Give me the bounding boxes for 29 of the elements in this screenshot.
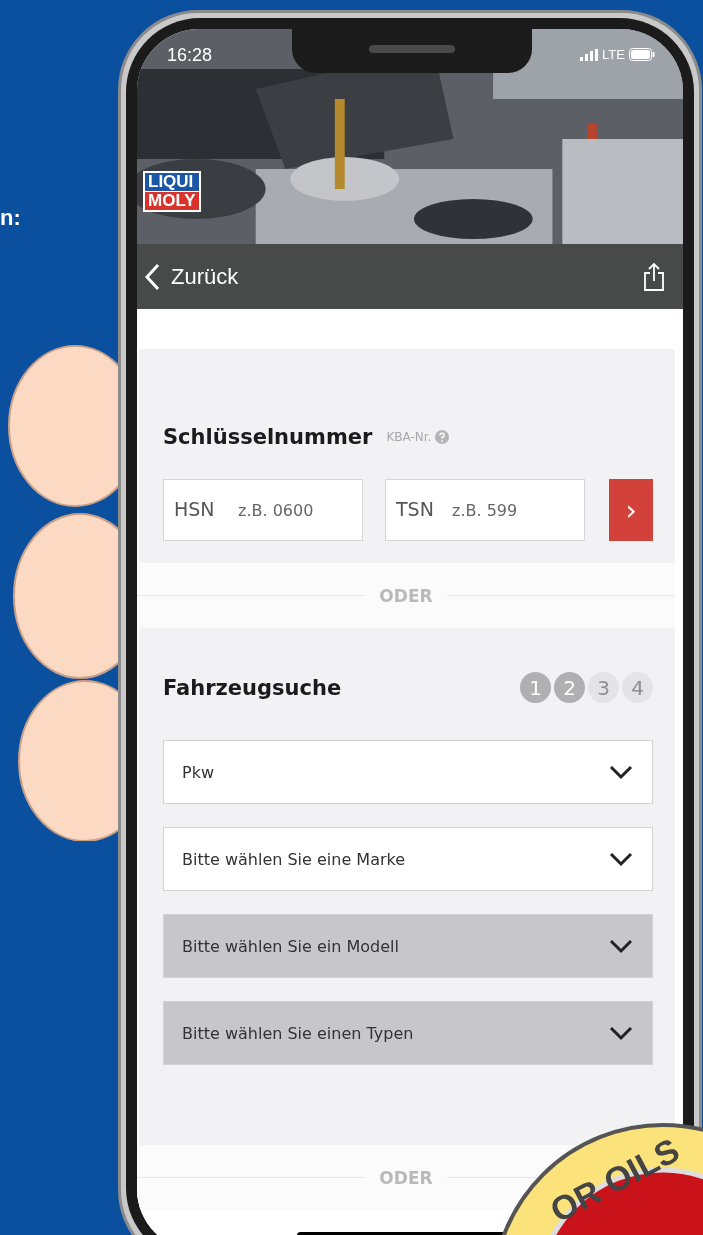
section-title: Fahrzeugsuche bbox=[163, 675, 342, 700]
chevron-down-icon bbox=[608, 938, 634, 954]
chevron-down-icon bbox=[608, 764, 634, 780]
section-title: Schlüsselnummer bbox=[163, 425, 373, 449]
share-icon[interactable] bbox=[643, 261, 665, 292]
signal-icon bbox=[580, 48, 599, 61]
step-indicator: 3 bbox=[588, 672, 619, 703]
badge-text: OR OILS bbox=[544, 1130, 686, 1231]
battery-icon bbox=[629, 48, 655, 61]
status-time: 16:28 bbox=[167, 45, 213, 66]
select-dropdown[interactable]: Bitte wählen Sie eine Marke bbox=[163, 827, 653, 891]
chevron-down-icon bbox=[608, 1025, 634, 1041]
divider-label: ODER bbox=[379, 1167, 433, 1188]
step-indicator: 1 bbox=[520, 672, 551, 703]
kba-hint: KBA-Nr. bbox=[386, 430, 432, 444]
step-indicator: 4 bbox=[622, 672, 653, 703]
step-indicator: 2 bbox=[554, 672, 585, 703]
field-label: HSN bbox=[174, 498, 215, 520]
back-icon bbox=[143, 261, 161, 292]
side-caption: n: bbox=[0, 205, 22, 231]
select-dropdown[interactable]: Pkw bbox=[163, 740, 653, 804]
logo-text: MOLY bbox=[145, 192, 199, 210]
submit-button[interactable]: › bbox=[609, 479, 653, 541]
back-link[interactable]: Zurück bbox=[143, 261, 239, 292]
field-label: TSN bbox=[396, 498, 434, 520]
chevron-down-icon bbox=[608, 851, 634, 867]
network-label: LTE bbox=[602, 47, 625, 62]
divider-label: ODER bbox=[379, 585, 433, 606]
logo-text: LIQUI bbox=[145, 173, 199, 191]
